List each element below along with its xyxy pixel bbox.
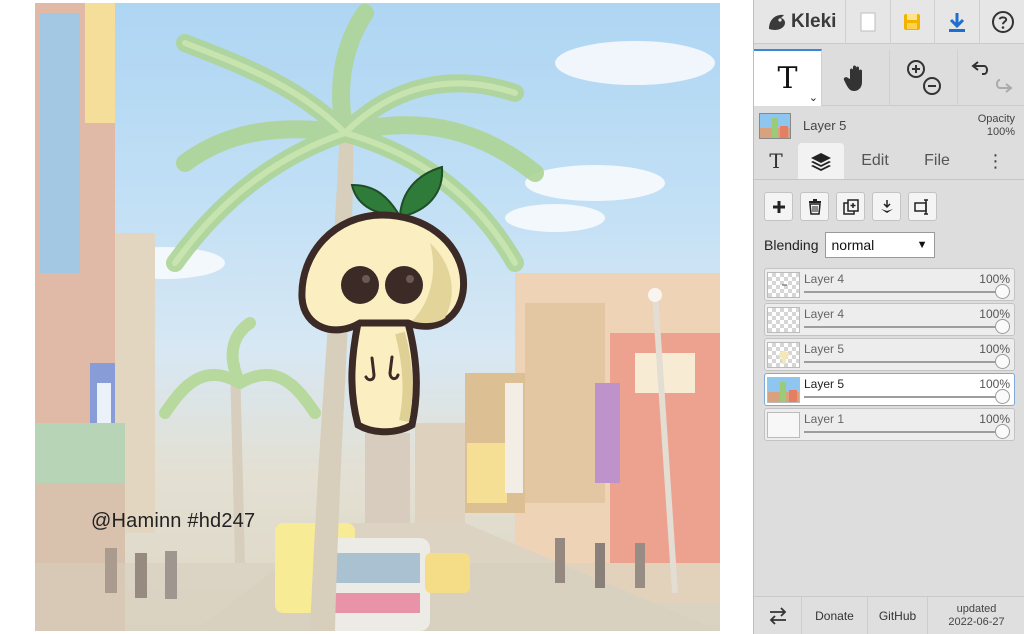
- current-layer-name: Layer 5: [803, 118, 847, 133]
- more-options-icon[interactable]: ⋮: [968, 143, 1023, 179]
- chevron-down-icon[interactable]: ⌄: [809, 91, 818, 104]
- tool-row: T ⌄: [754, 49, 1024, 106]
- kleki-app: @Haminn #hd247 Kleki T ⌄ Layer 5 Opacity…: [0, 0, 1024, 634]
- opacity-label: Opacity: [977, 112, 1015, 125]
- opacity-value: 100%: [986, 125, 1015, 138]
- layer-opacity-handle[interactable]: [995, 284, 1010, 299]
- duplicate-icon: [842, 198, 859, 215]
- layers-icon: [811, 153, 831, 171]
- signature-text: @Haminn #hd247: [91, 510, 256, 532]
- save-button[interactable]: [891, 0, 936, 44]
- layer-item[interactable]: Layer 4 100%: [764, 268, 1015, 301]
- help-button[interactable]: [980, 0, 1024, 44]
- save-icon: [904, 13, 921, 30]
- layer-name: Layer 5: [804, 342, 845, 356]
- sidebar-footer: Donate GitHub updated 2022-06-27: [754, 596, 1024, 634]
- layer-opacity-slider[interactable]: [804, 396, 1002, 398]
- layer-actions: [764, 192, 937, 221]
- layer-item-selected[interactable]: Layer 5 100%: [764, 373, 1015, 406]
- layer-name: Layer 4: [804, 307, 845, 321]
- layer-thumbnail: [767, 272, 800, 298]
- text-tool-button[interactable]: T ⌄: [754, 49, 822, 106]
- github-link[interactable]: GitHub: [868, 597, 928, 634]
- new-image-button[interactable]: [846, 0, 891, 44]
- sidebar: Kleki T ⌄ Layer 5 Opacity 100% T Edit Fi…: [753, 0, 1024, 634]
- merge-layer-button[interactable]: [872, 192, 901, 221]
- panel-tabs: T Edit File ⋮: [754, 143, 1024, 180]
- kleki-logo[interactable]: Kleki: [754, 0, 846, 44]
- app-name: Kleki: [791, 10, 837, 32]
- current-layer-info: Layer 5 Opacity 100%: [754, 107, 1024, 144]
- layer-opacity-handle[interactable]: [995, 389, 1010, 404]
- layer-opacity-handle[interactable]: [995, 319, 1010, 334]
- chevron-down-icon: ▼: [916, 239, 928, 251]
- layer-name: Layer 1: [804, 412, 845, 426]
- opacity-control[interactable]: Opacity 100%: [978, 113, 1015, 139]
- duplicate-layer-button[interactable]: [836, 192, 865, 221]
- zoom-tool-button[interactable]: [890, 49, 958, 106]
- rename-layer-button[interactable]: [908, 192, 937, 221]
- layer-list: Layer 4 100% Layer 4 100% Layer 5 100% L…: [764, 268, 1015, 443]
- layer-thumbnail: [767, 377, 800, 403]
- layer-opacity-handle[interactable]: [995, 354, 1010, 369]
- plus-icon: [772, 200, 785, 213]
- redo-icon[interactable]: [992, 74, 1014, 96]
- tab-layers[interactable]: [798, 143, 844, 179]
- layer-opacity-handle[interactable]: [995, 424, 1010, 439]
- blending-control: Blending normal ▼: [764, 232, 935, 258]
- layer-opacity-slider[interactable]: [804, 361, 1002, 363]
- layer-opacity-slider[interactable]: [804, 431, 1002, 433]
- download-icon: [949, 12, 966, 32]
- download-button[interactable]: [935, 0, 981, 44]
- text-tool-icon: T: [777, 61, 798, 96]
- tab-edit[interactable]: Edit: [844, 143, 906, 179]
- layer-thumbnail: [767, 342, 800, 368]
- zoom-icon: [906, 59, 941, 95]
- tab-file[interactable]: File: [906, 143, 968, 179]
- delete-layer-button[interactable]: [800, 192, 829, 221]
- changelog-link[interactable]: updated 2022-06-27: [928, 597, 1024, 634]
- layer-opacity-slider[interactable]: [804, 291, 1002, 293]
- swap-side-button[interactable]: [754, 597, 802, 634]
- canvas-area[interactable]: @Haminn #hd247: [0, 0, 753, 634]
- rename-icon: [913, 198, 928, 215]
- layer-item[interactable]: Layer 4 100%: [764, 303, 1015, 336]
- tab-text[interactable]: T: [754, 143, 798, 179]
- blending-value: normal: [831, 237, 875, 253]
- undo-redo-group: [958, 49, 1024, 106]
- updated-date: 2022-06-27: [948, 616, 1005, 628]
- merge-down-icon: [880, 199, 893, 213]
- updated-label: updated: [956, 603, 997, 615]
- blending-select[interactable]: normal ▼: [824, 232, 935, 258]
- mascot-drawing: [298, 165, 468, 436]
- layer-name: Layer 5: [804, 377, 845, 391]
- help-icon: [991, 10, 1014, 33]
- layer-item[interactable]: Layer 1 100%: [764, 408, 1015, 441]
- trash-icon: [808, 198, 821, 215]
- layer-name: Layer 4: [804, 272, 845, 286]
- current-layer-thumbnail: [759, 112, 791, 139]
- hand-tool-button[interactable]: [822, 49, 890, 106]
- kleki-bird-icon: [769, 14, 785, 30]
- layer-opacity-slider[interactable]: [804, 326, 1002, 328]
- hand-icon: [843, 65, 862, 91]
- artwork-canvas[interactable]: @Haminn #hd247: [35, 3, 720, 631]
- layer-thumbnail: [767, 307, 800, 333]
- top-bar: Kleki: [754, 0, 1024, 44]
- swap-arrows-icon: [769, 607, 786, 625]
- layer-thumbnail: [767, 412, 800, 438]
- add-layer-button[interactable]: [764, 192, 793, 221]
- new-file-icon: [860, 12, 876, 31]
- layer-item[interactable]: Layer 5 100%: [764, 338, 1015, 371]
- undo-icon[interactable]: [970, 58, 992, 80]
- blending-label: Blending: [764, 237, 819, 253]
- donate-link[interactable]: Donate: [802, 597, 868, 634]
